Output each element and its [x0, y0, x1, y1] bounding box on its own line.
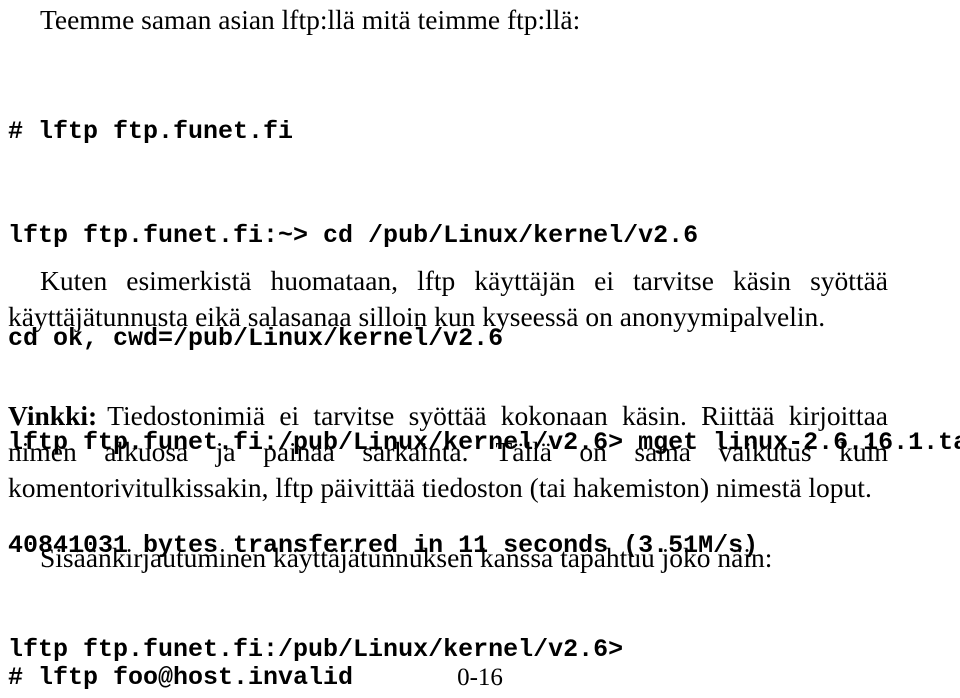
anonymous-note-block: Kuten esimerkistä huomataan, lftp käyttä… — [8, 263, 888, 335]
tip-text: Tiedostonimiä ei tarvitse syöttää kokona… — [8, 400, 888, 503]
anonymous-note-paragraph: Kuten esimerkistä huomataan, lftp käyttä… — [8, 265, 888, 332]
login-intro-block: Sisäänkirjautuminen käyttäjätunnuksen ka… — [8, 540, 888, 576]
page-footer: 0-16 — [0, 663, 960, 693]
tip-paragraph: Vinkki: Tiedostonimiä ei tarvitse syöttää… — [8, 398, 888, 506]
page-number: 0-16 — [457, 664, 503, 691]
code-line: lftp ftp.funet.fi:~> cd /pub/Linux/kerne… — [8, 220, 699, 250]
intro-paragraph: Teemme saman asian lftp:llä mitä teimme … — [40, 4, 581, 35]
tip-block: Vinkki: Tiedostonimiä ei tarvitse syöttää… — [8, 398, 888, 506]
tip-label: Vinkki: — [8, 400, 98, 431]
intro-paragraph-block: Teemme saman asian lftp:llä mitä teimme … — [8, 2, 888, 38]
login-intro-paragraph: Sisäänkirjautuminen käyttäjätunnuksen ka… — [40, 542, 773, 573]
document-page: Teemme saman asian lftp:llä mitä teimme … — [0, 0, 960, 698]
code-line: # lftp ftp.funet.fi — [8, 117, 294, 146]
